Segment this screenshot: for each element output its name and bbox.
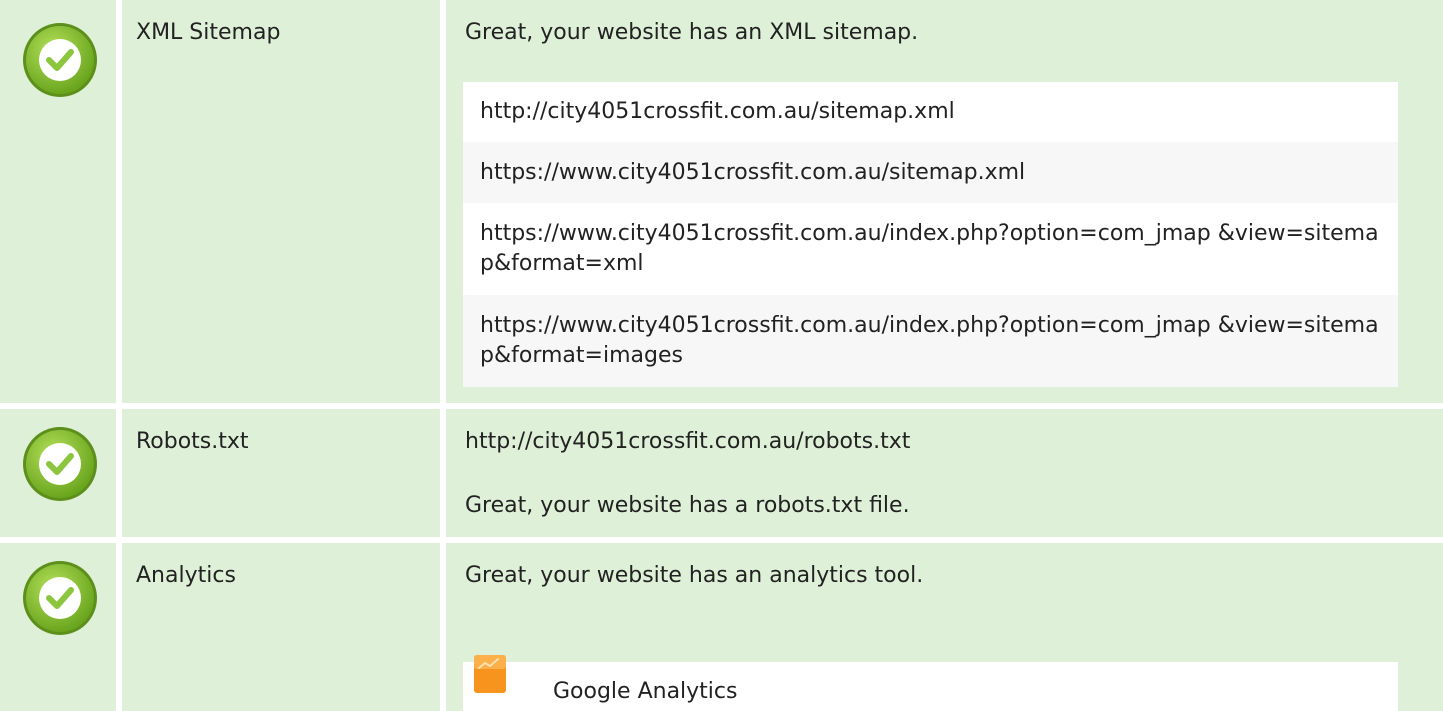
check-circle-icon — [23, 23, 97, 97]
sitemap-url-text: https://www.city4051crossfit.com.au/inde… — [480, 221, 1379, 276]
sitemap-status-cell — [0, 0, 116, 403]
analytics-label: Analytics — [136, 563, 236, 588]
analytics-tool-name: Google Analytics — [553, 679, 738, 704]
check-circle-icon — [23, 561, 97, 635]
robots-content-cell: http://city4051crossfit.com.au/robots.tx… — [446, 409, 1443, 537]
robots-message: Great, your website has a robots.txt fil… — [465, 493, 910, 518]
analytics-status-cell — [0, 543, 116, 711]
sitemap-message: Great, your website has an XML sitemap. — [465, 20, 919, 45]
check-circle-icon — [23, 427, 97, 501]
sitemap-url-text: https://www.city4051crossfit.com.au/inde… — [480, 313, 1379, 368]
sitemap-url-item: http://city4051crossfit.com.au/sitemap.x… — [463, 82, 1398, 142]
sitemap-label-cell: XML Sitemap — [122, 0, 440, 403]
robots-row: Robots.txt http://city4051crossfit.com.a… — [0, 409, 1443, 537]
robots-url: http://city4051crossfit.com.au/robots.tx… — [465, 429, 911, 454]
sitemap-content-cell: Great, your website has an XML sitemap. … — [446, 0, 1443, 403]
sitemap-url-item: https://www.city4051crossfit.com.au/site… — [463, 142, 1398, 203]
seo-checks-table: XML Sitemap Great, your website has an X… — [0, 0, 1443, 711]
analytics-content-cell: Great, your website has an analytics too… — [446, 543, 1443, 711]
analytics-tool-item: Google Analytics — [463, 655, 1398, 711]
analytics-row: Analytics Great, your website has an ana… — [0, 543, 1443, 711]
sitemap-url-text: https://www.city4051crossfit.com.au/site… — [480, 159, 1026, 185]
robots-label: Robots.txt — [136, 429, 249, 454]
sitemap-url-item: https://www.city4051crossfit.com.au/inde… — [463, 203, 1398, 295]
sitemap-url-item: https://www.city4051crossfit.com.au/inde… — [463, 295, 1398, 387]
analytics-label-cell: Analytics — [122, 543, 440, 711]
sitemap-url-text: http://city4051crossfit.com.au/sitemap.x… — [480, 99, 955, 124]
robots-label-cell: Robots.txt — [122, 409, 440, 537]
sitemap-row: XML Sitemap Great, your website has an X… — [0, 0, 1443, 403]
robots-status-cell — [0, 409, 116, 537]
sitemap-label: XML Sitemap — [136, 20, 281, 45]
google-analytics-icon — [474, 655, 506, 693]
analytics-message: Great, your website has an analytics too… — [465, 563, 924, 588]
sitemap-url-list: http://city4051crossfit.com.au/sitemap.x… — [463, 82, 1398, 387]
